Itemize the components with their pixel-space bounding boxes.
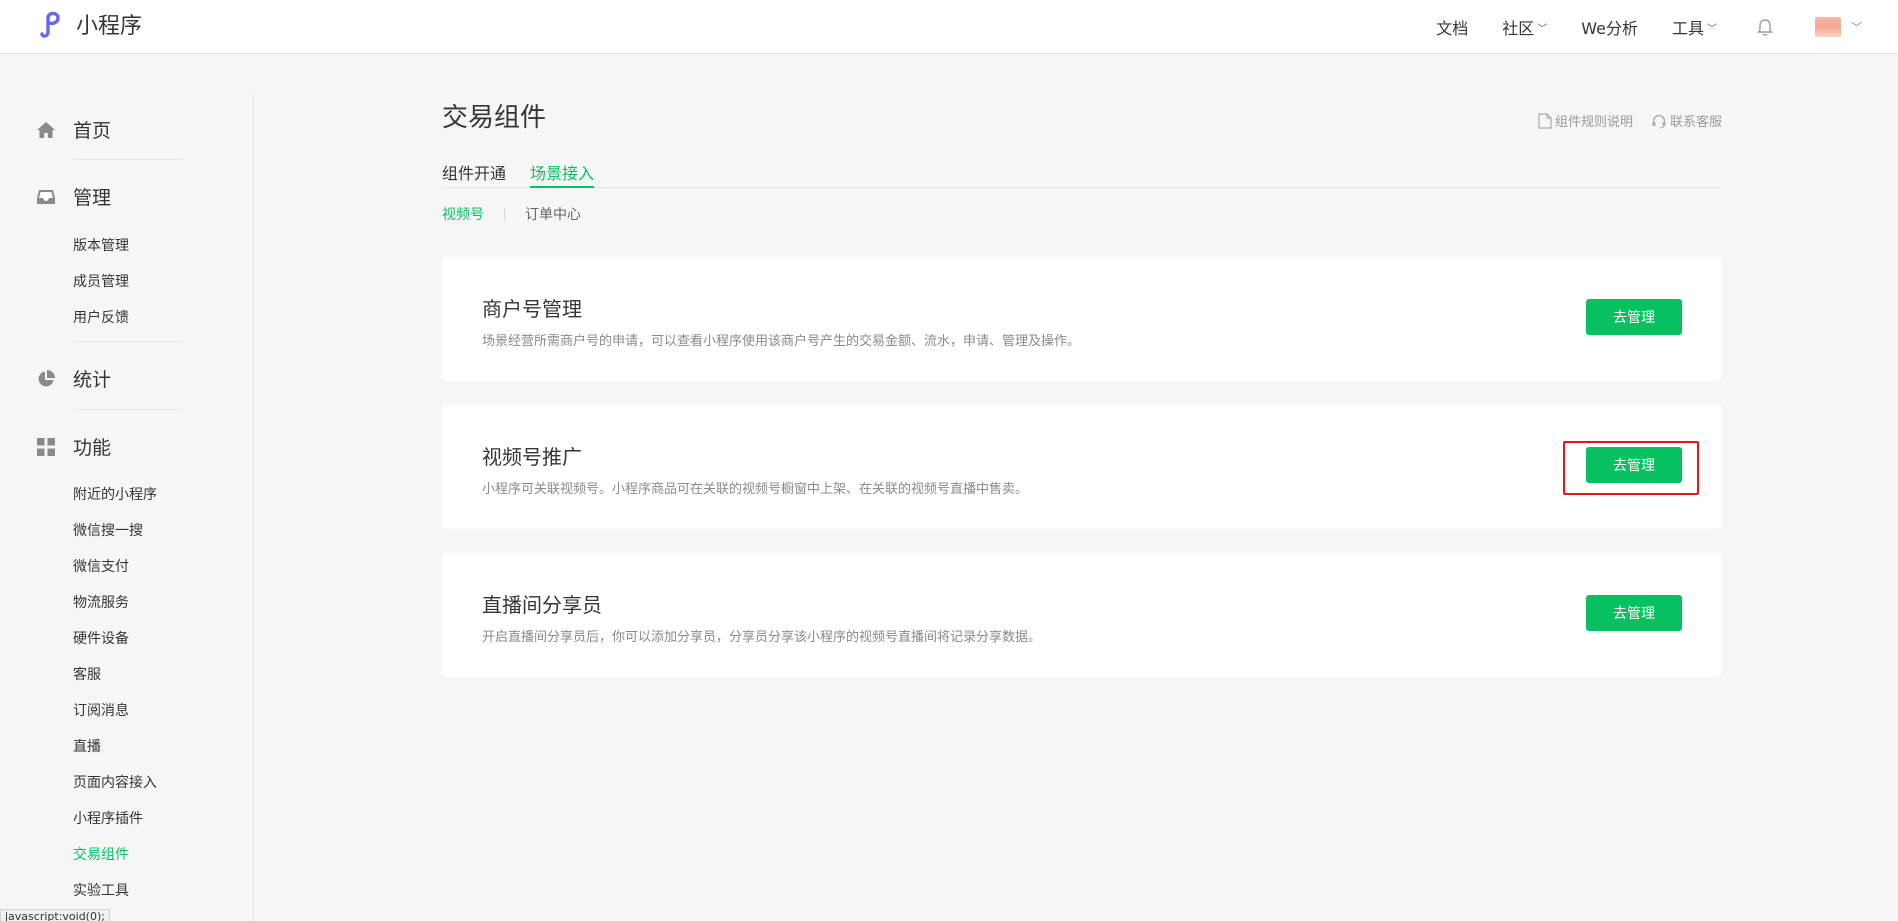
sidebar-group-label: 首页 (73, 120, 112, 142)
grid-icon (36, 437, 56, 457)
sidebar-item-page-content[interactable]: 页面内容接入 (73, 772, 157, 792)
mini-program-logo-icon (40, 11, 60, 38)
divider (73, 409, 183, 410)
inbox-icon (36, 187, 56, 207)
page-title: 交易组件 (442, 103, 547, 133)
rules-link[interactable]: 组件规则说明 (1538, 111, 1633, 130)
help-links: 组件规则说明 联系客服 (1520, 111, 1722, 130)
sidebar-item-nearby[interactable]: 附近的小程序 (73, 484, 157, 504)
subtab-bar: 视频号 订单中心 (442, 204, 581, 224)
logo-text: 小程序 (76, 14, 143, 39)
rules-link-label: 组件规则说明 (1554, 115, 1633, 130)
card-title: 商户号管理 (482, 297, 582, 321)
divider (73, 159, 183, 160)
home-icon (36, 120, 56, 140)
card-title: 视频号推广 (482, 445, 582, 469)
chevron-down-icon: ﹀ (1707, 23, 1717, 35)
subtab-channels[interactable]: 视频号 (442, 204, 484, 224)
card-description: 场景经营所需商户号的申请，可以查看小程序使用该商户号产生的交易金额、流水，申请、… (482, 334, 1081, 349)
sidebar-group-features[interactable]: 功能 (36, 433, 111, 460)
sidebar-item-hardware[interactable]: 硬件设备 (73, 628, 129, 648)
account-menu[interactable]: ﹀ (1815, 17, 1862, 37)
nav-docs[interactable]: 文档 (1436, 15, 1468, 39)
avatar (1815, 17, 1841, 37)
sidebar-item-logistics[interactable]: 物流服务 (73, 592, 129, 612)
chevron-down-icon: ﹀ (1851, 21, 1862, 34)
chevron-down-icon: ﹀ (1537, 23, 1548, 35)
tab-component-activation[interactable]: 组件开通 (442, 160, 506, 188)
contact-support-link[interactable]: 联系客服 (1651, 111, 1722, 130)
nav-tools[interactable]: 工具 ﹀ (1672, 15, 1717, 39)
card-title: 直播间分享员 (482, 593, 602, 617)
headset-icon (1652, 114, 1666, 129)
subtab-order-center[interactable]: 订单中心 (525, 204, 581, 224)
nav-docs-label: 文档 (1436, 19, 1469, 38)
sidebar-item-feedback[interactable]: 用户反馈 (73, 307, 129, 327)
pie-chart-icon (36, 369, 56, 389)
card-description: 开启直播间分享员后，你可以添加分享员，分享员分享该小程序的视频号直播间将记录分享… (482, 630, 1042, 645)
sidebar-group-label: 统计 (73, 369, 112, 391)
sidebar-group-stats[interactable]: 统计 (36, 365, 111, 392)
manage-button[interactable]: 去管理 (1586, 299, 1682, 335)
sidebar-item-subscribe[interactable]: 订阅消息 (73, 700, 129, 720)
card-merchant-account: 商户号管理 场景经营所需商户号的申请，可以查看小程序使用该商户号产生的交易金额、… (442, 257, 1722, 381)
nav-we-analytics-label: We分析 (1581, 19, 1638, 38)
top-header: 小程序 文档 社区 ﹀ We分析 工具 ﹀ ﹀ (0, 0, 1898, 54)
nav-tools-label: 工具 (1671, 19, 1704, 38)
sidebar-group-home[interactable]: 首页 (36, 116, 111, 143)
sidebar: 首页 管理 版本管理 成员管理 用户反馈 统计 功能 附近的小程序 微信搜一搜 … (0, 94, 254, 921)
sidebar-group-label: 管理 (73, 187, 112, 209)
highlight-box (1563, 441, 1699, 495)
document-icon (1538, 112, 1552, 129)
logo[interactable]: 小程序 (36, 8, 142, 40)
nav-community[interactable]: 社区 ﹀ (1502, 15, 1547, 39)
manage-button[interactable]: 去管理 (1586, 595, 1682, 631)
tab-bar: 组件开通 场景接入 (442, 160, 1722, 188)
sidebar-item-search[interactable]: 微信搜一搜 (73, 520, 143, 540)
card-channels-promotion: 视频号推广 小程序可关联视频号。小程序商品可在关联的视频号橱窗中上架、在关联的视… (442, 405, 1722, 529)
sidebar-item-lab-tools[interactable]: 实验工具 (73, 880, 129, 900)
sidebar-item-trade-component[interactable]: 交易组件 (73, 844, 129, 864)
sidebar-group-manage[interactable]: 管理 (36, 183, 111, 210)
sidebar-item-pay[interactable]: 微信支付 (73, 556, 129, 576)
bell-icon[interactable] (1755, 17, 1775, 37)
card-live-sharer: 直播间分享员 开启直播间分享员后，你可以添加分享员，分享员分享该小程序的视频号直… (442, 553, 1722, 677)
sidebar-group-label: 功能 (73, 437, 112, 459)
nav-community-label: 社区 (1502, 19, 1535, 38)
sidebar-item-members[interactable]: 成员管理 (73, 271, 129, 291)
sidebar-item-customer-service[interactable]: 客服 (73, 664, 101, 684)
divider (504, 207, 505, 221)
divider (73, 341, 183, 342)
contact-support-label: 联系客服 (1669, 115, 1722, 130)
sidebar-item-version[interactable]: 版本管理 (73, 235, 129, 255)
nav-we-analytics[interactable]: We分析 (1581, 15, 1638, 39)
sidebar-item-live[interactable]: 直播 (73, 736, 101, 756)
browser-status-tooltip: javascript:void(0); (0, 909, 110, 921)
tab-scenario-access[interactable]: 场景接入 (530, 160, 595, 188)
card-description: 小程序可关联视频号。小程序商品可在关联的视频号橱窗中上架、在关联的视频号直播中售… (482, 482, 1029, 497)
sidebar-item-plugins[interactable]: 小程序插件 (73, 808, 143, 828)
top-nav: 文档 社区 ﹀ We分析 工具 ﹀ ﹀ (1402, 0, 1862, 54)
